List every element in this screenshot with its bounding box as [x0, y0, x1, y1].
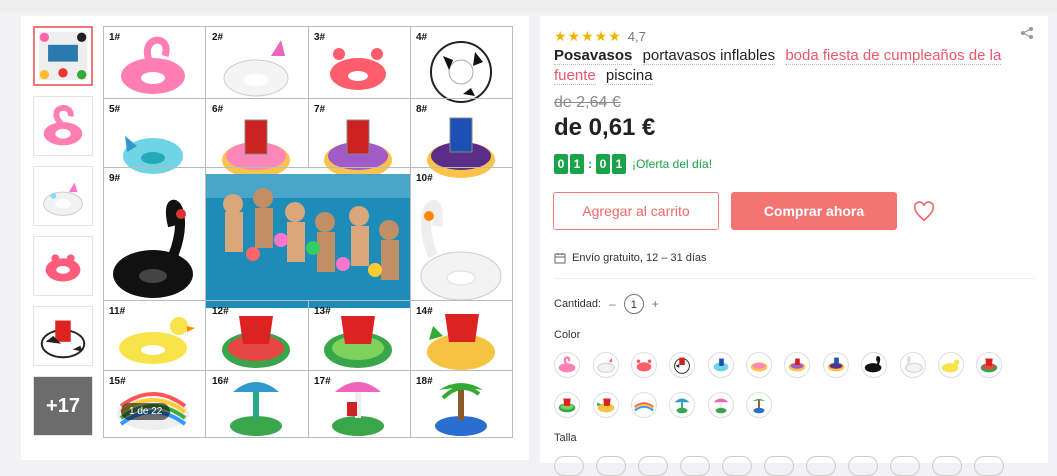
color-swatch-umbrella-pink[interactable]: [708, 392, 734, 418]
timer-digit: 0: [554, 154, 568, 174]
timer-separator: :: [588, 157, 592, 171]
cell-label: 7#: [314, 104, 326, 115]
size-option[interactable]: [596, 456, 626, 476]
cell-label: 2#: [212, 32, 224, 43]
old-price: de 2,64 €: [554, 94, 621, 111]
quantity-stepper: Cantidad: – 1 +: [554, 294, 667, 314]
thumbnail-5[interactable]: [33, 306, 93, 366]
cell-label: 15#: [109, 376, 126, 387]
title-link[interactable]: piscina: [605, 67, 653, 85]
deal-timer: 0 1 : 0 1 ¡Oferta del día!: [554, 154, 712, 174]
cell-label: 13#: [314, 306, 331, 317]
rating[interactable]: ★★★★★ 4,7: [554, 28, 646, 45]
cell-label: 9#: [109, 173, 121, 184]
timer-digit: 1: [612, 154, 626, 174]
color-swatch-palm[interactable]: [746, 392, 772, 418]
color-swatch-donut-pink[interactable]: [746, 352, 772, 378]
size-option[interactable]: [932, 456, 962, 476]
grid-line: [410, 26, 411, 438]
product-info-panel: ★★★★★ 4,7 Posavasos portavasos inflables…: [540, 16, 1048, 476]
image-counter: 1 de 22: [121, 403, 171, 420]
rating-value: 4,7: [627, 29, 646, 44]
shipping-text: Envío gratuito, 12 – 31 días: [572, 252, 707, 264]
cell-label: 4#: [416, 32, 428, 43]
color-swatch-white-swan[interactable]: [900, 352, 926, 378]
color-swatch-black-swan[interactable]: [861, 352, 887, 378]
grid-line: [308, 26, 309, 167]
color-swatch-duck[interactable]: [938, 352, 964, 378]
color-swatch-unicorn[interactable]: [593, 352, 619, 378]
color-swatch-watermelon[interactable]: [976, 352, 1002, 378]
cell-label: 14#: [416, 306, 433, 317]
star-rating-icon: ★★★★★: [554, 28, 622, 44]
product-title: Posavasos portavasos inflables boda fies…: [554, 46, 1024, 86]
color-swatch-soccer[interactable]: [669, 352, 695, 378]
main-product-image[interactable]: 1# 2# 3# 4# 5# 6# 7# 8# 9# 10# 11# 12# 1…: [103, 26, 513, 438]
size-option[interactable]: [890, 456, 920, 476]
size-option[interactable]: [680, 456, 710, 476]
cell-label: 3#: [314, 32, 326, 43]
quantity-label: Cantidad:: [554, 298, 602, 310]
color-swatch-lime[interactable]: [554, 392, 580, 418]
cell-label: 10#: [416, 173, 433, 184]
color-swatch-rainbow[interactable]: [631, 392, 657, 418]
title-link[interactable]: Posavasos: [554, 47, 633, 65]
quantity-decrease-button[interactable]: –: [609, 297, 616, 311]
grid-line: [512, 26, 513, 438]
thumbnail-4[interactable]: [33, 236, 93, 296]
more-images-count: +17: [46, 395, 80, 417]
quantity-increase-button[interactable]: +: [652, 297, 659, 311]
cell-label: 12#: [212, 306, 229, 317]
grid-line: [308, 300, 309, 438]
buy-now-button[interactable]: Comprar ahora: [731, 192, 897, 230]
wishlist-heart-icon[interactable]: [913, 201, 935, 223]
image-gallery: +17 1# 2# 3# 4# 5# 6# 7# 8# 9# 10# 11# 1…: [21, 16, 529, 460]
timer-digit: 0: [596, 154, 610, 174]
thumbnail-more[interactable]: +17: [33, 376, 93, 436]
divider: [554, 278, 1034, 279]
size-label: Talla: [554, 432, 577, 444]
timer-digit: 1: [570, 154, 584, 174]
cell-label: 8#: [416, 104, 428, 115]
add-to-cart-button[interactable]: Agregar al carrito: [553, 192, 719, 230]
cell-label: 17#: [314, 376, 331, 387]
size-option[interactable]: [722, 456, 752, 476]
share-icon[interactable]: [1020, 26, 1034, 43]
color-swatch-umbrella-blue[interactable]: [669, 392, 695, 418]
size-option[interactable]: [638, 456, 668, 476]
size-option[interactable]: [974, 456, 1004, 476]
grid-line: [205, 26, 206, 438]
color-swatch-crab[interactable]: [631, 352, 657, 378]
color-swatch-donut-purple[interactable]: [784, 352, 810, 378]
thumbnail-1[interactable]: [33, 26, 93, 86]
grid-line: [103, 167, 513, 168]
shipping-info: Envío gratuito, 12 – 31 días: [554, 252, 707, 264]
grid-line: [103, 26, 104, 438]
color-swatch-mermaid[interactable]: [708, 352, 734, 378]
cell-label: 1#: [109, 32, 121, 43]
deal-label: ¡Oferta del día!: [632, 157, 713, 171]
size-option[interactable]: [806, 456, 836, 476]
size-option[interactable]: [848, 456, 878, 476]
cell-label: 5#: [109, 104, 121, 115]
cell-label: 6#: [212, 104, 224, 115]
cell-label: 16#: [212, 376, 229, 387]
color-swatch-flamingo[interactable]: [554, 352, 580, 378]
calendar-icon: [554, 253, 566, 264]
size-option[interactable]: [764, 456, 794, 476]
quantity-input[interactable]: 1: [623, 294, 644, 314]
size-option[interactable]: [554, 456, 584, 476]
color-label: Color: [554, 329, 581, 341]
thumbnail-3[interactable]: [33, 166, 93, 226]
color-swatch-donut-dark[interactable]: [823, 352, 849, 378]
color-swatch-pineapple[interactable]: [593, 392, 619, 418]
current-price: de 0,61 €: [554, 114, 656, 141]
title-link[interactable]: portavasos inflables: [642, 47, 776, 65]
thumbnail-2[interactable]: [33, 96, 93, 156]
cell-label: 11#: [109, 306, 126, 317]
top-strip: [0, 0, 1057, 12]
cell-label: 18#: [416, 376, 433, 387]
